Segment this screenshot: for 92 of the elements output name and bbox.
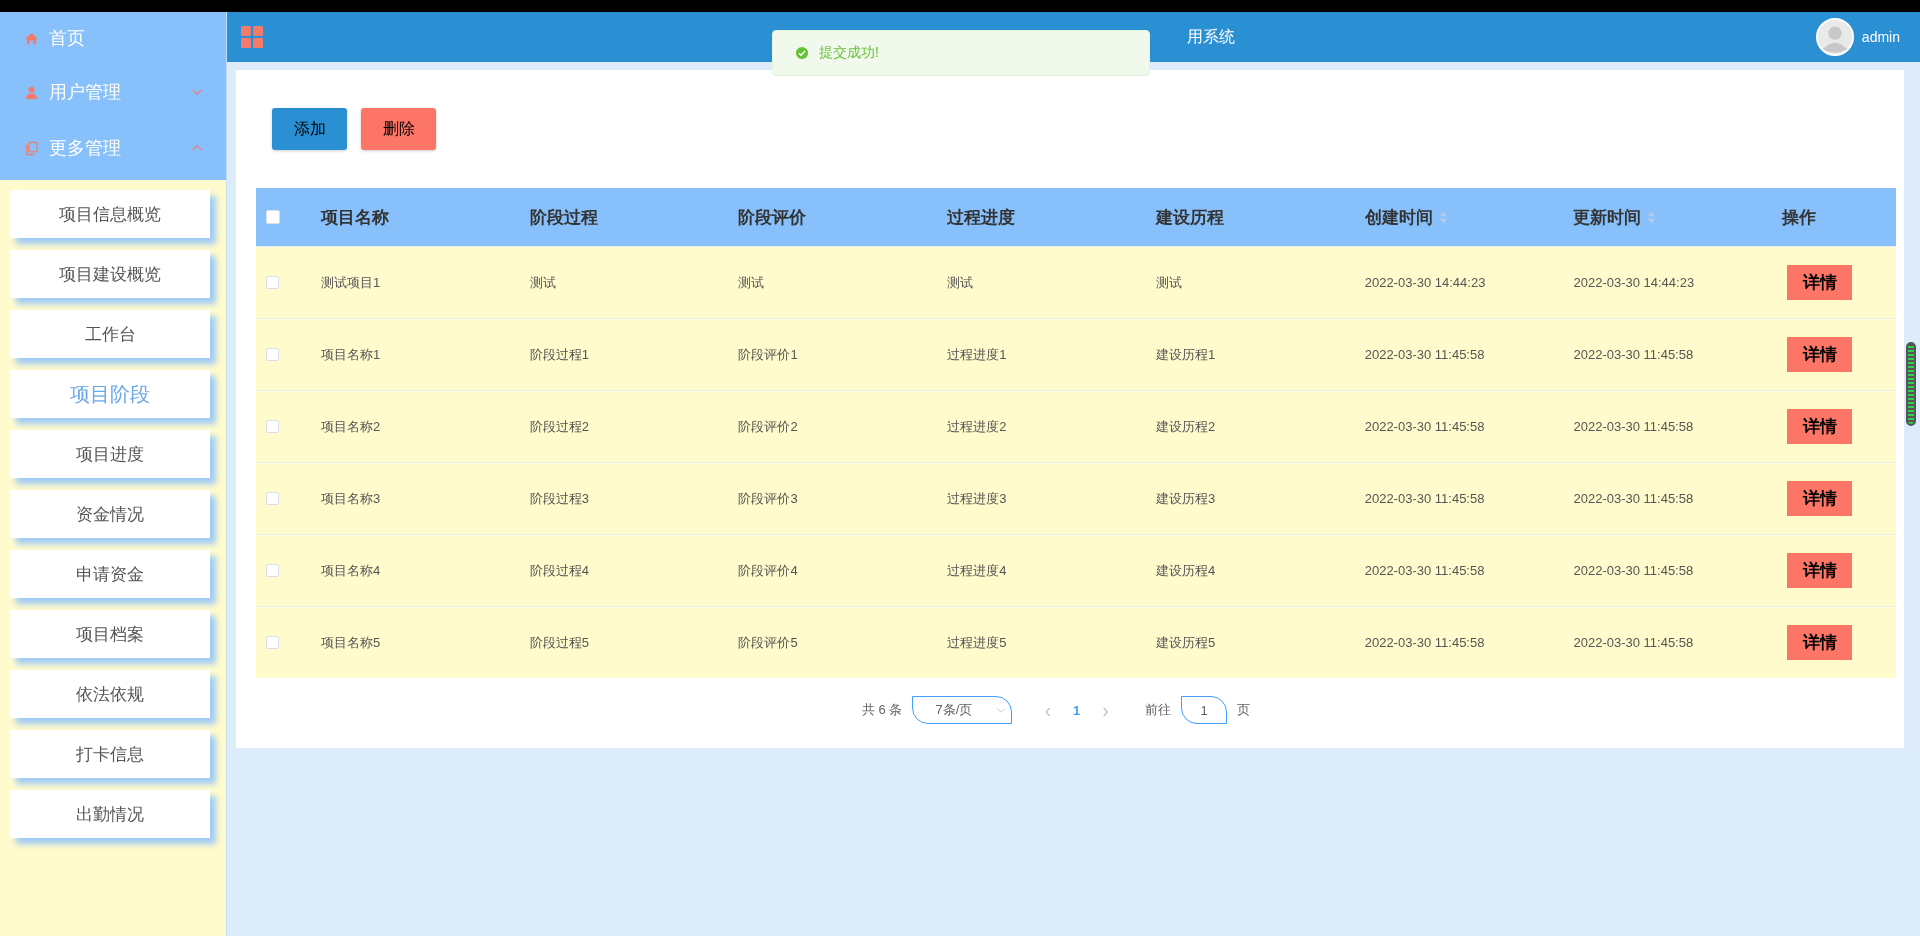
grid-icon[interactable] [241, 26, 263, 48]
table-cell: 过程进度2 [947, 417, 1007, 436]
table-cell: 2022-03-30 11:45:58 [1364, 419, 1485, 434]
table-cell: 2022-03-30 11:45:58 [1573, 563, 1694, 578]
sidebar-item[interactable]: 依法依规 [10, 670, 210, 718]
scrollbar[interactable] [1906, 342, 1916, 426]
table-cell: 建设历程1 [1155, 345, 1216, 364]
table-cell: 2022-03-30 14:44:23 [1573, 275, 1695, 290]
table-cell: 过程进度5 [947, 633, 1007, 652]
column-header: 阶段过程 [529, 206, 598, 229]
detail-button[interactable]: 详情 [1787, 553, 1853, 588]
checkbox[interactable] [266, 348, 279, 361]
user-icon [24, 84, 39, 100]
detail-button[interactable]: 详情 [1787, 409, 1853, 444]
sidebar-item[interactable]: 资金情况 [10, 490, 210, 538]
table-cell: 阶段过程4 [529, 561, 589, 580]
checkbox[interactable] [266, 210, 280, 224]
detail-button[interactable]: 详情 [1787, 625, 1853, 660]
sidebar-item[interactable]: 申请资金 [10, 550, 210, 598]
detail-button[interactable]: 详情 [1787, 337, 1853, 372]
username[interactable]: admin [1861, 29, 1900, 45]
table-cell: 建设历程5 [1155, 633, 1216, 652]
sidebar-item[interactable]: 项目档案 [10, 610, 210, 658]
total-count: 共 6 条 [861, 701, 903, 719]
table-cell: 2022-03-30 11:45:58 [1573, 419, 1694, 434]
column-header: 操作 [1782, 206, 1817, 229]
table-cell: 测试 [947, 273, 974, 292]
checkbox[interactable] [266, 564, 279, 577]
column-header: 项目名称 [320, 206, 389, 229]
table-cell: 项目名称5 [320, 633, 381, 652]
sort-icon[interactable] [1647, 210, 1657, 224]
table-cell: 阶段评价4 [738, 561, 798, 580]
sidebar-item[interactable]: 项目信息概览 [10, 190, 210, 238]
home-icon [24, 30, 39, 46]
sort-icon[interactable] [1438, 210, 1448, 224]
table-cell: 阶段过程1 [529, 345, 589, 364]
app-title: 用系统 [1187, 26, 1235, 47]
avatar-icon[interactable] [1815, 18, 1854, 56]
copy-icon [24, 140, 39, 156]
goto-label: 前往 [1145, 701, 1171, 719]
table-cell: 项目名称1 [320, 345, 381, 364]
column-header: 阶段评价 [738, 206, 807, 229]
table-cell: 项目名称3 [320, 489, 381, 508]
table-cell: 2022-03-30 11:45:58 [1573, 347, 1694, 362]
table-cell: 项目名称4 [320, 561, 381, 580]
table-cell: 项目名称2 [320, 417, 381, 436]
table-cell: 测试 [738, 273, 765, 292]
sidebar-item[interactable]: 出勤情况 [10, 790, 210, 838]
table-cell: 测试 [1155, 273, 1182, 292]
table-cell: 阶段过程3 [529, 489, 589, 508]
table-cell: 阶段过程2 [529, 417, 589, 436]
add-button[interactable]: 添加 [272, 108, 347, 150]
table-cell: 测试项目1 [320, 273, 381, 292]
table-cell: 2022-03-30 11:45:58 [1364, 491, 1485, 506]
table-cell: 过程进度3 [947, 489, 1007, 508]
page-input[interactable]: 1 [1181, 696, 1227, 724]
table-cell: 2022-03-30 11:45:58 [1573, 635, 1694, 650]
table-cell: 阶段评价2 [738, 417, 798, 436]
table-cell: 阶段评价3 [738, 489, 798, 508]
table-cell: 测试 [529, 273, 556, 292]
checkbox[interactable] [266, 420, 279, 433]
page-suffix: 页 [1237, 701, 1250, 719]
table-cell: 建设历程2 [1155, 417, 1216, 436]
checkbox[interactable] [266, 636, 279, 649]
checkbox[interactable] [266, 492, 279, 505]
column-header: 创建时间 [1364, 206, 1433, 229]
sidebar-item[interactable]: 打卡信息 [10, 730, 210, 778]
detail-button[interactable]: 详情 [1787, 265, 1853, 300]
checkbox[interactable] [266, 276, 279, 289]
table-cell: 2022-03-30 11:45:58 [1573, 491, 1694, 506]
column-header: 更新时间 [1573, 206, 1642, 229]
sidebar-item[interactable]: 工作台 [10, 310, 210, 358]
table-cell: 阶段评价1 [738, 345, 798, 364]
table-cell: 过程进度4 [947, 561, 1007, 580]
column-header: 建设历程 [1155, 206, 1224, 229]
table-cell: 过程进度1 [947, 345, 1007, 364]
table-cell: 2022-03-30 11:45:58 [1364, 563, 1485, 578]
table-cell: 2022-03-30 14:44:23 [1364, 275, 1486, 290]
table-cell: 2022-03-30 11:45:58 [1364, 635, 1485, 650]
sidebar-item[interactable]: 项目进度 [10, 430, 210, 478]
toast-text: 提交成功! [819, 44, 879, 62]
delete-button[interactable]: 删除 [361, 108, 436, 150]
detail-button[interactable]: 详情 [1787, 481, 1853, 516]
table-cell: 建设历程4 [1155, 561, 1216, 580]
table-cell: 阶段过程5 [529, 633, 589, 652]
column-header: 过程进度 [947, 206, 1016, 229]
success-icon [795, 46, 809, 60]
table-cell: 阶段评价5 [738, 633, 798, 652]
table-cell: 2022-03-30 11:45:58 [1364, 347, 1485, 362]
sidebar-item[interactable]: 项目建设概览 [10, 250, 210, 298]
page-size-select[interactable]: 7条/页 [912, 696, 1013, 724]
table-cell: 建设历程3 [1155, 489, 1216, 508]
